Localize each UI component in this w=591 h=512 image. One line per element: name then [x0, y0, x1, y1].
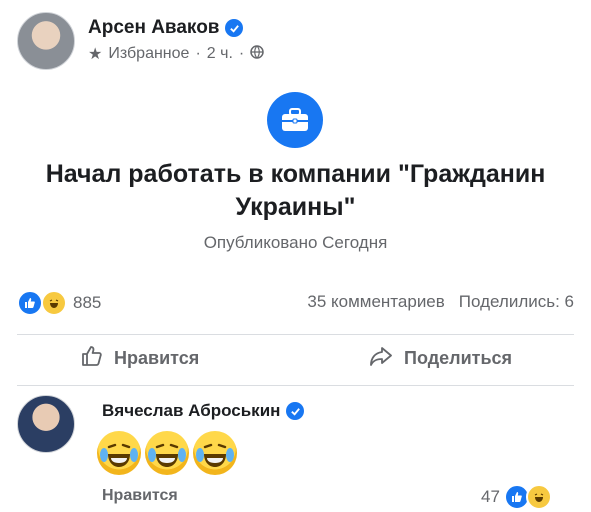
post-stats: 35 комментариев Поделились: 6 [307, 292, 574, 312]
reaction-count: 885 [73, 293, 102, 312]
comment-like-link[interactable]: Нравится [102, 487, 178, 505]
verified-badge-icon [286, 402, 305, 420]
like-reaction-icon [17, 290, 43, 316]
verified-badge-icon [225, 19, 244, 37]
haha-reaction-icon [41, 290, 67, 316]
audience-label[interactable]: Избранное [108, 45, 189, 63]
comment-reaction-count: 47 [481, 487, 500, 506]
laughing-tears-emoji [193, 431, 237, 475]
briefcase-icon [267, 92, 323, 148]
life-event-title: Начал работать в компании "Гражданин Укр… [45, 160, 546, 221]
shares-count[interactable]: Поделились: 6 [459, 292, 574, 312]
author-name[interactable]: Арсен Аваков [88, 17, 219, 39]
commenter-name[interactable]: Вячеслав Аброськин [102, 401, 280, 421]
laughing-tears-emoji [145, 431, 189, 475]
meta-separator: · [195, 45, 201, 62]
divider [17, 385, 574, 386]
comment-reactions[interactable]: 47 [481, 484, 552, 510]
post-meta: ★ Избранное · 2 ч. · [88, 44, 264, 64]
divider [17, 334, 574, 335]
haha-reaction-icon [525, 484, 552, 510]
commenter-avatar[interactable] [17, 395, 75, 453]
share-arrow-icon [368, 344, 394, 373]
post-reactions[interactable]: 885 [17, 290, 101, 316]
share-button[interactable]: Поделиться [368, 344, 512, 373]
author-avatar[interactable] [17, 12, 75, 70]
star-icon: ★ [88, 46, 103, 63]
share-button-label: Поделиться [404, 348, 513, 368]
like-button-label: Нравится [114, 348, 200, 368]
post-time[interactable]: 2 ч. [207, 45, 233, 63]
thumbs-up-icon [80, 344, 104, 373]
comment-body [97, 431, 237, 475]
laughing-tears-emoji [97, 431, 141, 475]
comment-header: Вячеслав Аброськин [102, 401, 305, 421]
meta-separator: · [238, 45, 245, 62]
globe-icon[interactable] [250, 44, 264, 64]
author-row: Арсен Аваков [88, 17, 244, 39]
comments-count[interactable]: 35 комментариев [307, 292, 444, 312]
like-button[interactable]: Нравится [80, 344, 199, 373]
life-event-subtitle: Опубликовано Сегодня [203, 233, 388, 252]
